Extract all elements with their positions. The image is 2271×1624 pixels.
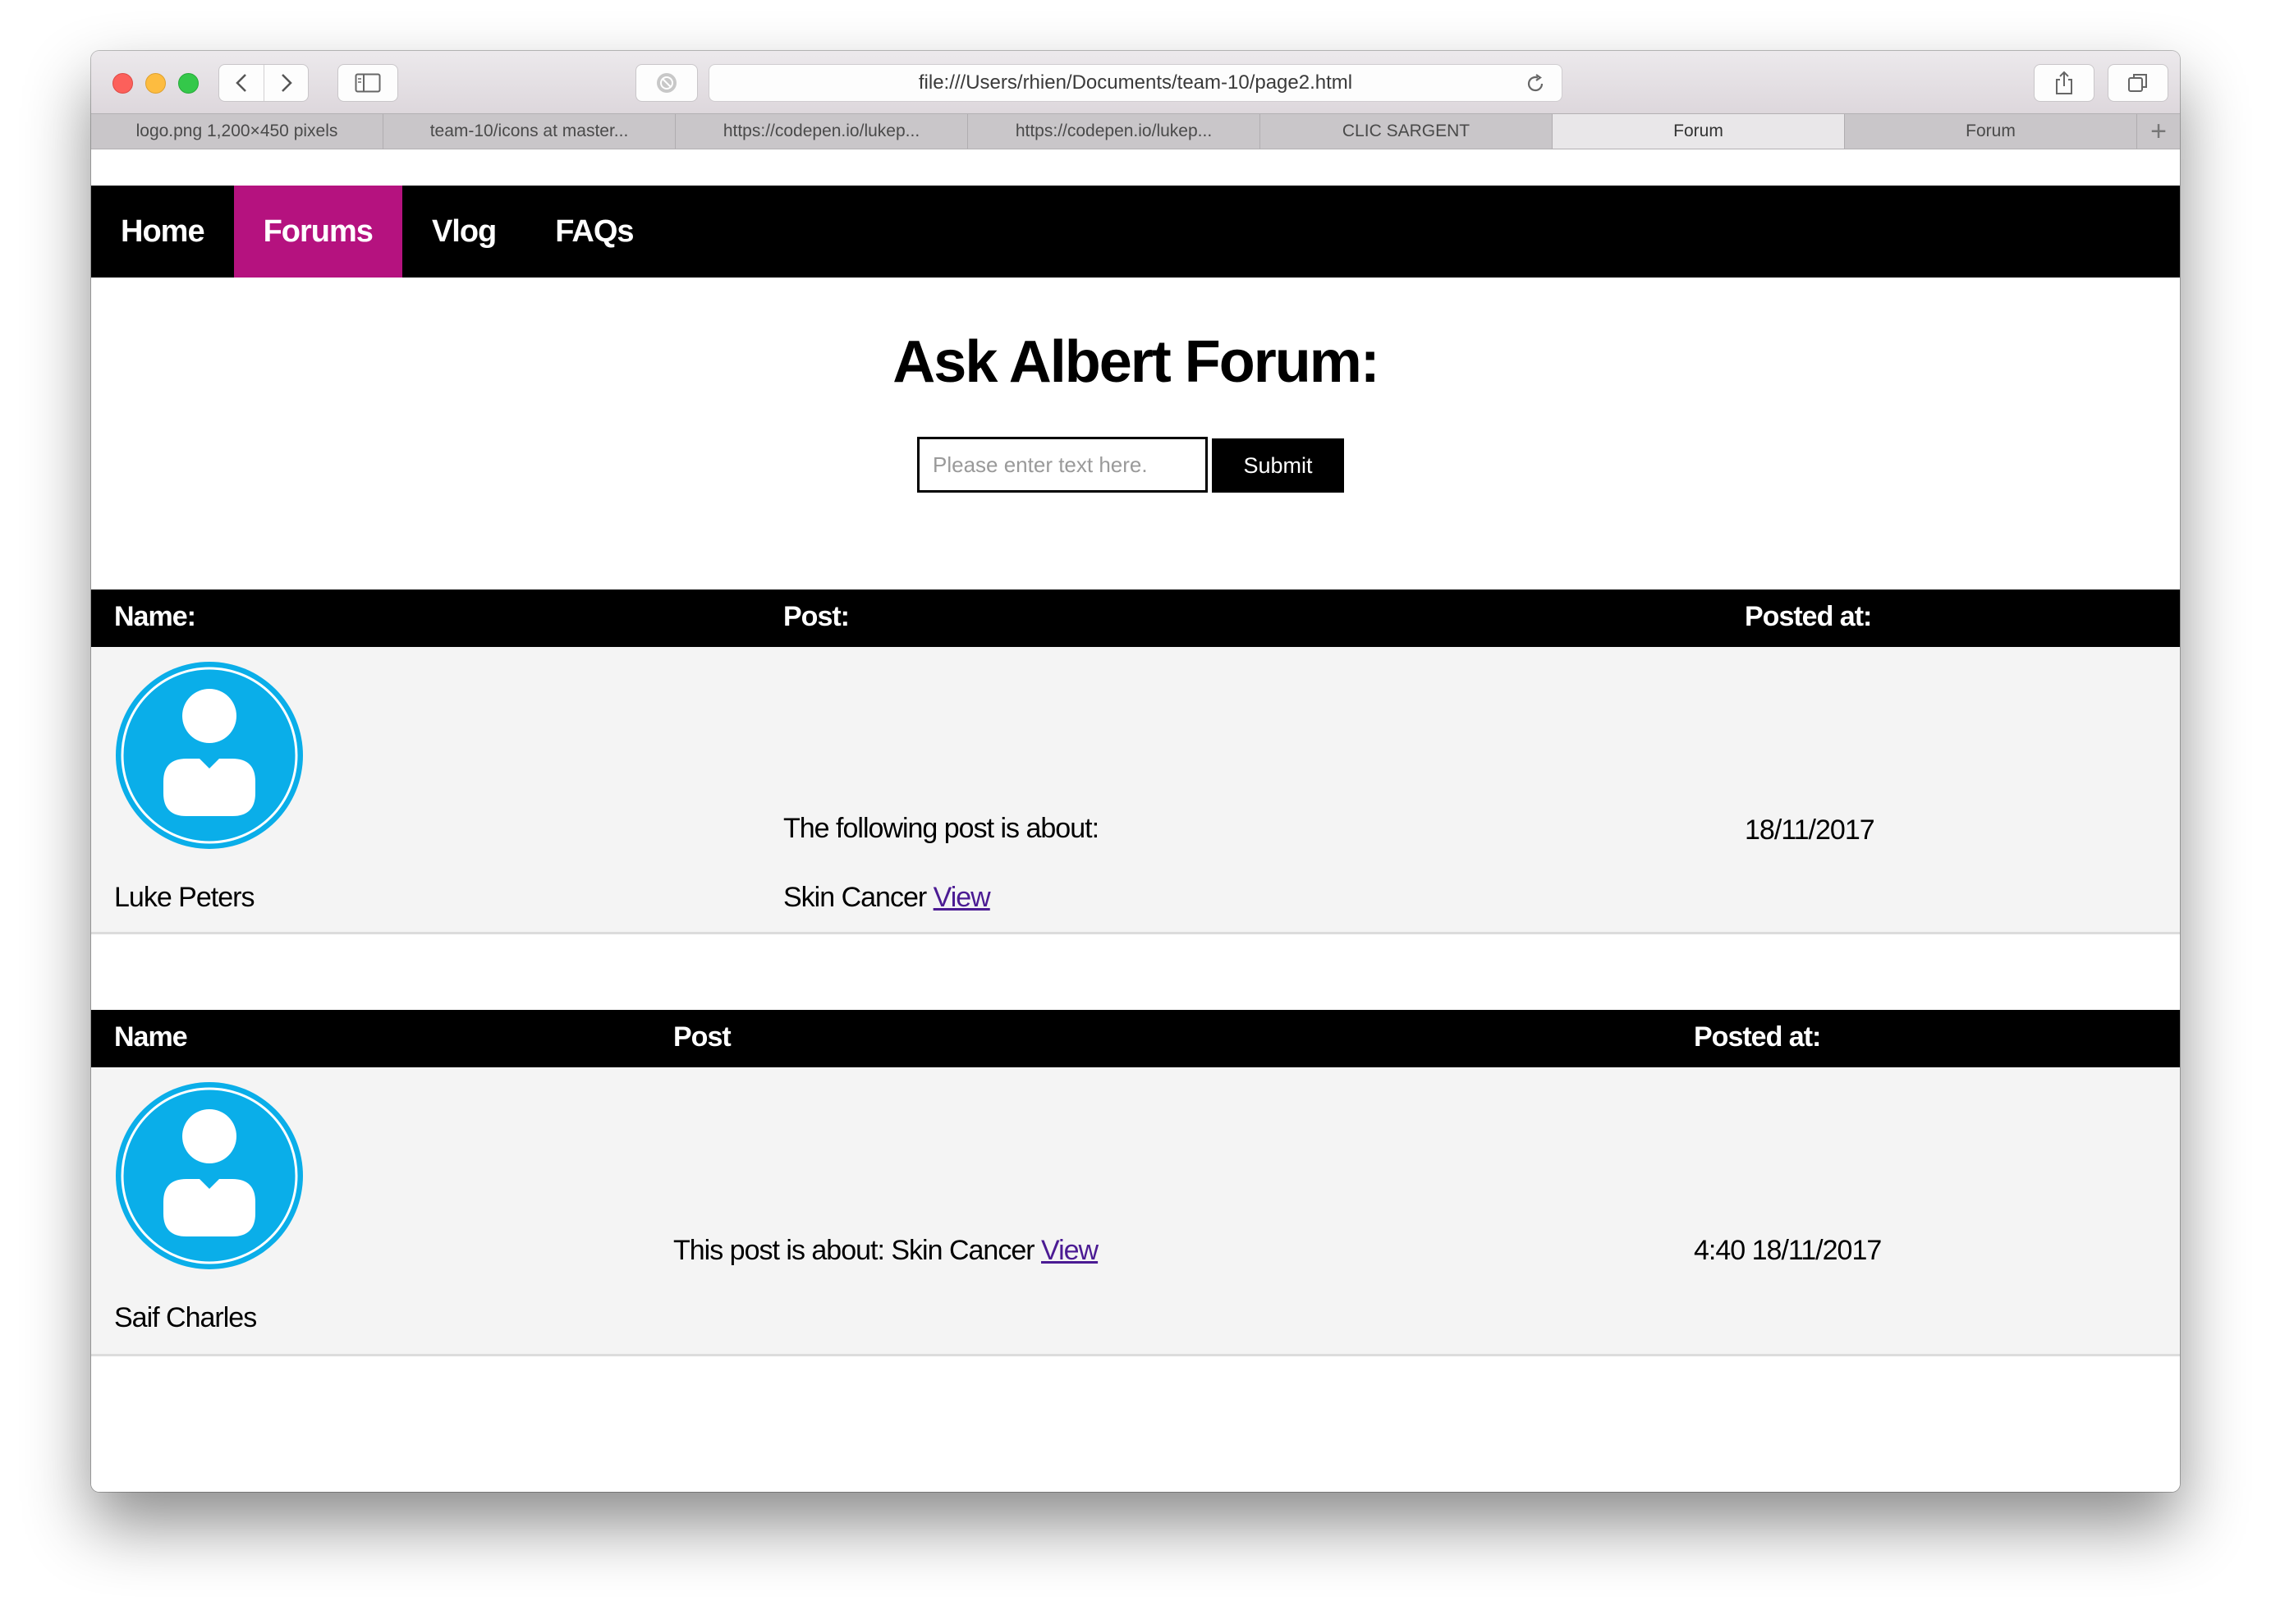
sidebar-toggle-button[interactable] (337, 64, 398, 102)
blocked-icon (657, 73, 677, 93)
poster-name: Luke Peters (114, 882, 255, 913)
web-page: Home Forums Vlog FAQs Ask Albert Forum: … (91, 149, 2180, 1492)
post-text: This post is about: Skin Cancer (673, 1235, 1035, 1266)
address-bar[interactable]: file:///Users/rhien/Documents/team-10/pa… (709, 64, 1562, 102)
browser-toolbar: file:///Users/rhien/Documents/team-10/pa… (91, 51, 2180, 113)
minimize-window-button[interactable] (145, 73, 166, 94)
post-intro: The following post is about: (783, 813, 1099, 844)
sidebar-icon (355, 73, 381, 93)
post-column-header: Post: (783, 601, 850, 632)
tab-forum[interactable]: Forum (1845, 114, 2137, 149)
tab-label: Forum (1673, 122, 1723, 140)
post-content: Skin Cancer View (783, 882, 991, 914)
user-avatar-icon (116, 662, 303, 849)
nav-forums[interactable]: Forums (233, 186, 402, 278)
tab-label: team-10/icons at master... (429, 122, 629, 140)
chevron-left-icon (236, 74, 246, 92)
zoom-window-button[interactable] (178, 73, 199, 94)
name-column-header: Name (114, 1021, 188, 1053)
post-content: This post is about: Skin Cancer View (673, 1235, 1099, 1267)
tab-overview-button[interactable] (2108, 64, 2168, 102)
submit-button[interactable]: Submit (1212, 438, 1344, 493)
tabs-icon (2128, 74, 2147, 92)
content-blocker-button[interactable] (635, 64, 698, 102)
view-post-link[interactable]: View (1041, 1235, 1099, 1266)
tab-label: CLIC SARGENT (1342, 122, 1470, 140)
tab-label: https://codepen.io/lukep... (1015, 122, 1213, 140)
post-date: 4:40 18/11/2017 (1694, 1235, 1882, 1266)
post-topic: Skin Cancer (783, 882, 927, 913)
page-title: Ask Albert Forum: (892, 329, 1379, 395)
close-window-button[interactable] (112, 73, 133, 94)
table-row: Luke Peters The following post is about:… (91, 647, 2180, 934)
tab-bar: logo.png 1,200×450 pixels team-10/icons … (91, 113, 2180, 149)
browser-window: file:///Users/rhien/Documents/team-10/pa… (91, 51, 2180, 1492)
table-header: Name Post Posted at: (91, 1010, 2180, 1067)
tab-label: logo.png 1,200×450 pixels (135, 122, 338, 140)
question-input[interactable] (917, 437, 1208, 493)
tab-clic-sargent[interactable]: CLIC SARGENT (1260, 114, 1553, 149)
url-text: file:///Users/rhien/Documents/team-10/pa… (918, 71, 1353, 94)
history-nav-group (218, 64, 309, 102)
share-icon (2056, 71, 2072, 94)
post-table: Name Post Posted at: Saif Charles This p… (91, 1010, 2180, 1356)
post-column-header: Post (673, 1021, 732, 1053)
plus-icon: + (2150, 115, 2167, 147)
tab-label: https://codepen.io/lukep... (723, 122, 920, 140)
table-header: Name: Post: Posted at: (91, 590, 2180, 647)
tab-team-icons[interactable]: team-10/icons at master... (383, 114, 676, 149)
back-button[interactable] (219, 65, 264, 101)
tab-forum-active[interactable]: Forum (1553, 114, 1845, 149)
chevron-right-icon (281, 74, 292, 92)
name-column-header: Name: (114, 601, 196, 632)
nav-vlog[interactable]: Vlog (402, 186, 525, 278)
post-date: 18/11/2017 (1745, 814, 1875, 846)
tab-logo[interactable]: logo.png 1,200×450 pixels (91, 114, 383, 149)
share-button[interactable] (2034, 64, 2094, 102)
nav-home[interactable]: Home (91, 186, 234, 278)
site-navbar: Home Forums Vlog FAQs (91, 186, 2180, 278)
nav-faqs[interactable]: FAQs (525, 186, 663, 278)
poster-name: Saif Charles (114, 1302, 257, 1333)
tab-codepen-2[interactable]: https://codepen.io/lukep... (968, 114, 1260, 149)
new-tab-button[interactable]: + (2137, 114, 2180, 149)
tab-label: Forum (1966, 122, 2016, 140)
forward-button[interactable] (264, 65, 308, 101)
view-post-link[interactable]: View (934, 882, 991, 913)
tab-codepen-1[interactable]: https://codepen.io/lukep... (676, 114, 968, 149)
reload-icon[interactable] (1524, 72, 1547, 95)
posted-at-column-header: Posted at: (1745, 601, 1872, 632)
posted-at-column-header: Posted at: (1694, 1021, 1821, 1053)
table-row: Saif Charles This post is about: Skin Ca… (91, 1067, 2180, 1356)
post-table: Name: Post: Posted at: Luke Peters The f… (91, 590, 2180, 934)
user-avatar-icon (116, 1082, 303, 1269)
